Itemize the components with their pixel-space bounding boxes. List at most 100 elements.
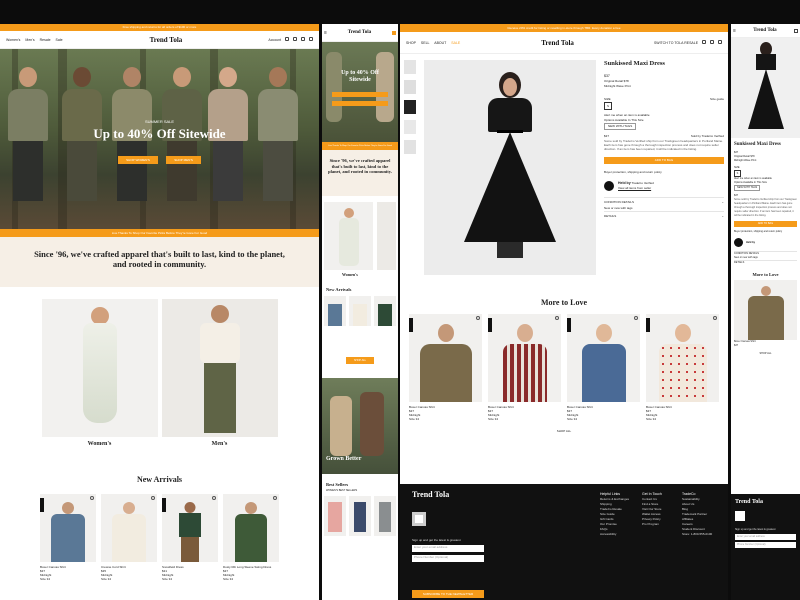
product-image[interactable]	[409, 314, 482, 402]
product-main-image[interactable]	[424, 60, 596, 275]
category-men-label[interactable]: Men's	[162, 441, 278, 447]
condition-accordion[interactable]: CONDITION DETAILS ⌄	[604, 197, 724, 206]
mobile-logo[interactable]: Trend Tola	[348, 30, 371, 35]
mobile-size-option[interactable]: S	[734, 170, 741, 177]
footer-link[interactable]: Pro Program	[642, 522, 680, 527]
pdp-logo[interactable]: Trend Tola	[541, 39, 574, 47]
product-card[interactable]: Boxer Canvas Shirt $37 Midnight Size 34	[40, 494, 96, 581]
heart-icon[interactable]	[273, 496, 277, 500]
shop-all-link[interactable]: SHOP ALL	[400, 429, 728, 433]
product-card[interactable]	[349, 496, 371, 536]
footer-link[interactable]: Store: 1-800-555-0100	[682, 532, 726, 537]
product-card[interactable]: Boxer Canvas Shirt $37 Midnight Size 34	[409, 314, 482, 421]
thumbnail[interactable]	[404, 80, 416, 94]
menu-icon[interactable]: ≡	[733, 28, 736, 34]
mobile-footer-logo[interactable]: Trend Tola	[735, 499, 796, 505]
thumbnail[interactable]	[404, 100, 416, 114]
nav-link-women[interactable]: Women's	[6, 38, 20, 42]
details-title[interactable]: DETAILS	[604, 212, 616, 220]
buyer-protection[interactable]: Buyer protection, shipping and return po…	[604, 170, 724, 175]
mobile-new-with-tags[interactable]: NEW WITH TAGS	[734, 185, 761, 191]
mobile-category-women[interactable]	[324, 202, 374, 270]
product-image[interactable]	[101, 494, 157, 562]
product-image[interactable]	[40, 494, 96, 562]
bag-icon[interactable]	[793, 28, 798, 33]
mobile-product-image[interactable]	[731, 38, 800, 138]
mobile-buyer-protection[interactable]: Buyer protection, shipping and return po…	[734, 230, 797, 234]
user-icon[interactable]	[293, 37, 298, 41]
size-guide-link[interactable]: Size guide	[710, 97, 724, 102]
email-input[interactable]: Enter your email address	[412, 545, 484, 552]
search-icon[interactable]	[285, 37, 290, 41]
nav-link-men[interactable]: Men's	[25, 38, 34, 42]
product-card[interactable]: Snowfield Dress $31 Midnight Size 34	[162, 494, 218, 581]
chevron-down-icon[interactable]: ⌄	[721, 212, 724, 220]
nav-link-resale[interactable]: Resale	[40, 38, 51, 42]
promo-strip[interactable]: Live Thanks To Shop Our Favorite Picks B…	[0, 229, 319, 237]
product-card[interactable]	[734, 280, 797, 340]
product-card[interactable]	[349, 296, 371, 326]
menu-icon[interactable]: ≡	[324, 30, 327, 36]
heart-icon[interactable]	[212, 496, 216, 500]
heart-icon[interactable]	[476, 316, 480, 320]
mobile-add-to-bag-button[interactable]: ADD TO BAG	[734, 221, 797, 227]
view-all-items-link[interactable]: View all items from seller	[618, 186, 651, 190]
new-with-tags-option[interactable]: NEW WITH TAGS	[604, 123, 637, 130]
heart-icon[interactable]	[151, 496, 155, 500]
size-option[interactable]: S	[604, 102, 612, 110]
heart-icon[interactable]	[90, 496, 94, 500]
heart-icon[interactable]	[713, 316, 717, 320]
details-accordion[interactable]: DETAILS ⌄	[604, 211, 724, 220]
mobile-pdp-logo[interactable]: Trend Tola	[753, 28, 776, 33]
brand-logo[interactable]: Trend Tola	[150, 36, 183, 44]
mobile-email-input[interactable]: Enter your email address	[735, 534, 796, 540]
product-name[interactable]: Dusty Rib Long Sleeve Swing Dress	[223, 565, 279, 569]
mobile-shop-all[interactable]: SHOP ALL	[734, 352, 797, 356]
product-image[interactable]	[162, 494, 218, 562]
category-women-label[interactable]: Women's	[42, 441, 158, 447]
switch-resale-link[interactable]: SWITCH TO TOLA RESALE	[654, 41, 698, 45]
mobile-shop-all-button[interactable]: SHOP ALL	[345, 357, 375, 364]
bag-icon[interactable]	[391, 30, 396, 35]
product-card[interactable]: Boxer Canvas Shirt $37 Midnight Size 34	[646, 314, 719, 421]
product-image[interactable]	[223, 494, 279, 562]
category-men[interactable]: Men's	[161, 299, 278, 467]
heart-icon[interactable]	[301, 37, 306, 41]
category-women[interactable]: Women's	[41, 299, 158, 467]
thumbnail[interactable]	[404, 140, 416, 154]
category-men-image[interactable]	[161, 299, 278, 437]
product-card[interactable]: Crewne Cord Shirt $35 Midnight Size 34	[101, 494, 157, 581]
nav-link-sale[interactable]: SALE	[451, 41, 460, 45]
chevron-down-icon[interactable]: ⌄	[721, 198, 724, 206]
product-image[interactable]	[567, 314, 640, 402]
heart-icon[interactable]	[634, 316, 638, 320]
product-image[interactable]	[488, 314, 561, 402]
subscribe-button[interactable]: SUBSCRIBE TO THE NEWSLETTER	[412, 590, 484, 598]
product-card[interactable]: Dusty Rib Long Sleeve Swing Dress $37 Mi…	[223, 494, 279, 581]
nav-link-about[interactable]: ABOUT	[434, 41, 446, 45]
add-to-bag-button[interactable]: ADD TO BAG	[604, 157, 724, 164]
thumbnail[interactable]	[404, 60, 416, 74]
search-icon[interactable]	[710, 40, 714, 44]
product-card[interactable]	[374, 296, 396, 326]
bag-icon[interactable]	[717, 40, 722, 44]
user-icon[interactable]	[702, 40, 707, 44]
product-card[interactable]: Boxer Canvas Shirt $37 Midnight Size 34	[567, 314, 640, 421]
product-image[interactable]	[646, 314, 719, 402]
grown-better-banner[interactable]: Grown Better	[322, 378, 398, 474]
condition-title[interactable]: CONDITION DETAILS	[604, 198, 634, 206]
bag-icon[interactable]	[309, 37, 313, 41]
nav-link-sale[interactable]: Sale	[56, 38, 63, 42]
heart-icon[interactable]	[555, 316, 559, 320]
product-card[interactable]	[374, 496, 396, 536]
product-card[interactable]	[324, 496, 346, 536]
thumbnail[interactable]	[404, 120, 416, 134]
product-card[interactable]	[324, 296, 346, 326]
nav-link-shop[interactable]: SHOP	[406, 41, 416, 45]
mobile-details-title[interactable]: DETAILS	[734, 260, 797, 265]
footer-link[interactable]: Accessibility	[600, 532, 638, 537]
mobile-phone-input[interactable]: Phone Number (Optional)	[735, 542, 796, 548]
shop-women-button[interactable]: SHOP WOMEN'S	[118, 156, 158, 164]
product-card[interactable]: Boxer Canvas Shirt $37 Midnight Size 34	[488, 314, 561, 421]
category-women-image[interactable]	[41, 299, 158, 437]
